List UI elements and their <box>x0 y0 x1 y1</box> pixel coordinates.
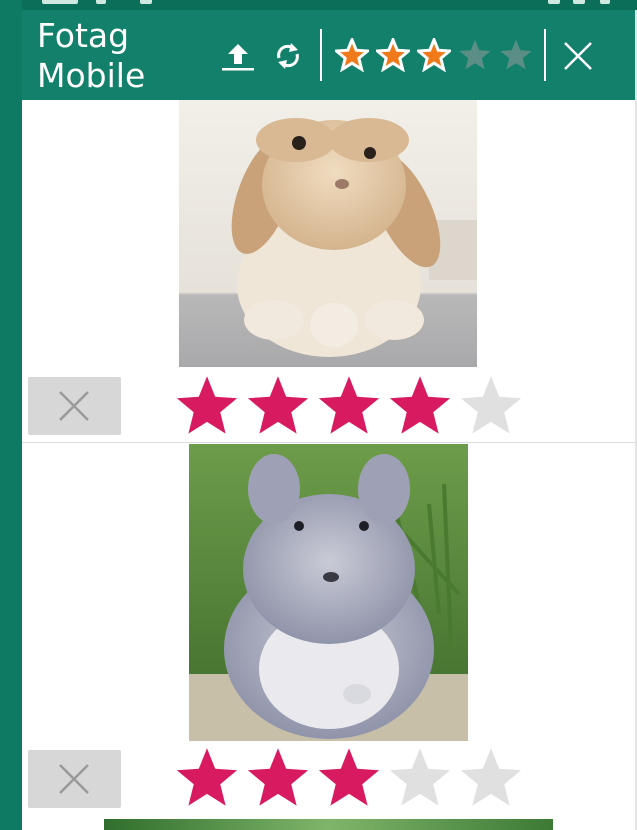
rating-star-icon[interactable] <box>458 745 524 811</box>
toolbar-divider <box>320 29 322 81</box>
image-card <box>22 100 635 443</box>
refresh-icon[interactable] <box>270 38 306 74</box>
filter-star-icon[interactable] <box>458 38 492 72</box>
close-icon <box>59 764 89 794</box>
status-time-icon <box>42 0 78 4</box>
status-bar <box>0 0 637 10</box>
image-card <box>22 817 635 830</box>
rating-star-icon[interactable] <box>174 373 240 439</box>
upload-icon[interactable] <box>220 38 256 74</box>
rating-star-icon[interactable] <box>245 373 311 439</box>
status-notification-icon <box>96 0 106 4</box>
card-divider <box>22 442 635 443</box>
chinchilla-photo[interactable] <box>189 444 468 741</box>
rating-star-icon[interactable] <box>387 373 453 439</box>
app-title: Fotag Mobile <box>37 16 146 95</box>
toolbar-divider <box>544 29 546 81</box>
signal-icon <box>573 0 585 4</box>
filter-star-icon[interactable] <box>332 35 372 73</box>
rating-star-icon[interactable] <box>174 745 240 811</box>
filter-star-icon[interactable] <box>373 35 413 73</box>
rating-star-icon[interactable] <box>458 373 524 439</box>
app-bar: Fotag Mobile <box>22 10 635 100</box>
left-edge <box>0 0 22 830</box>
status-notification-icon <box>140 0 152 4</box>
rating-star-icon[interactable] <box>316 373 382 439</box>
rating-star-icon[interactable] <box>387 745 453 811</box>
remove-image-button[interactable] <box>28 750 121 808</box>
close-icon <box>59 391 89 421</box>
image-card <box>22 444 635 808</box>
filter-star-icon[interactable] <box>499 38 533 72</box>
rating-star-icon[interactable] <box>245 745 311 811</box>
rabbit-photo[interactable] <box>179 100 477 367</box>
rating-star-icon[interactable] <box>316 745 382 811</box>
battery-icon <box>600 0 610 4</box>
partial-photo[interactable] <box>104 817 553 830</box>
wifi-icon <box>548 0 560 4</box>
filter-star-icon[interactable] <box>414 35 454 73</box>
close-icon[interactable] <box>560 38 596 74</box>
remove-image-button[interactable] <box>28 377 121 435</box>
